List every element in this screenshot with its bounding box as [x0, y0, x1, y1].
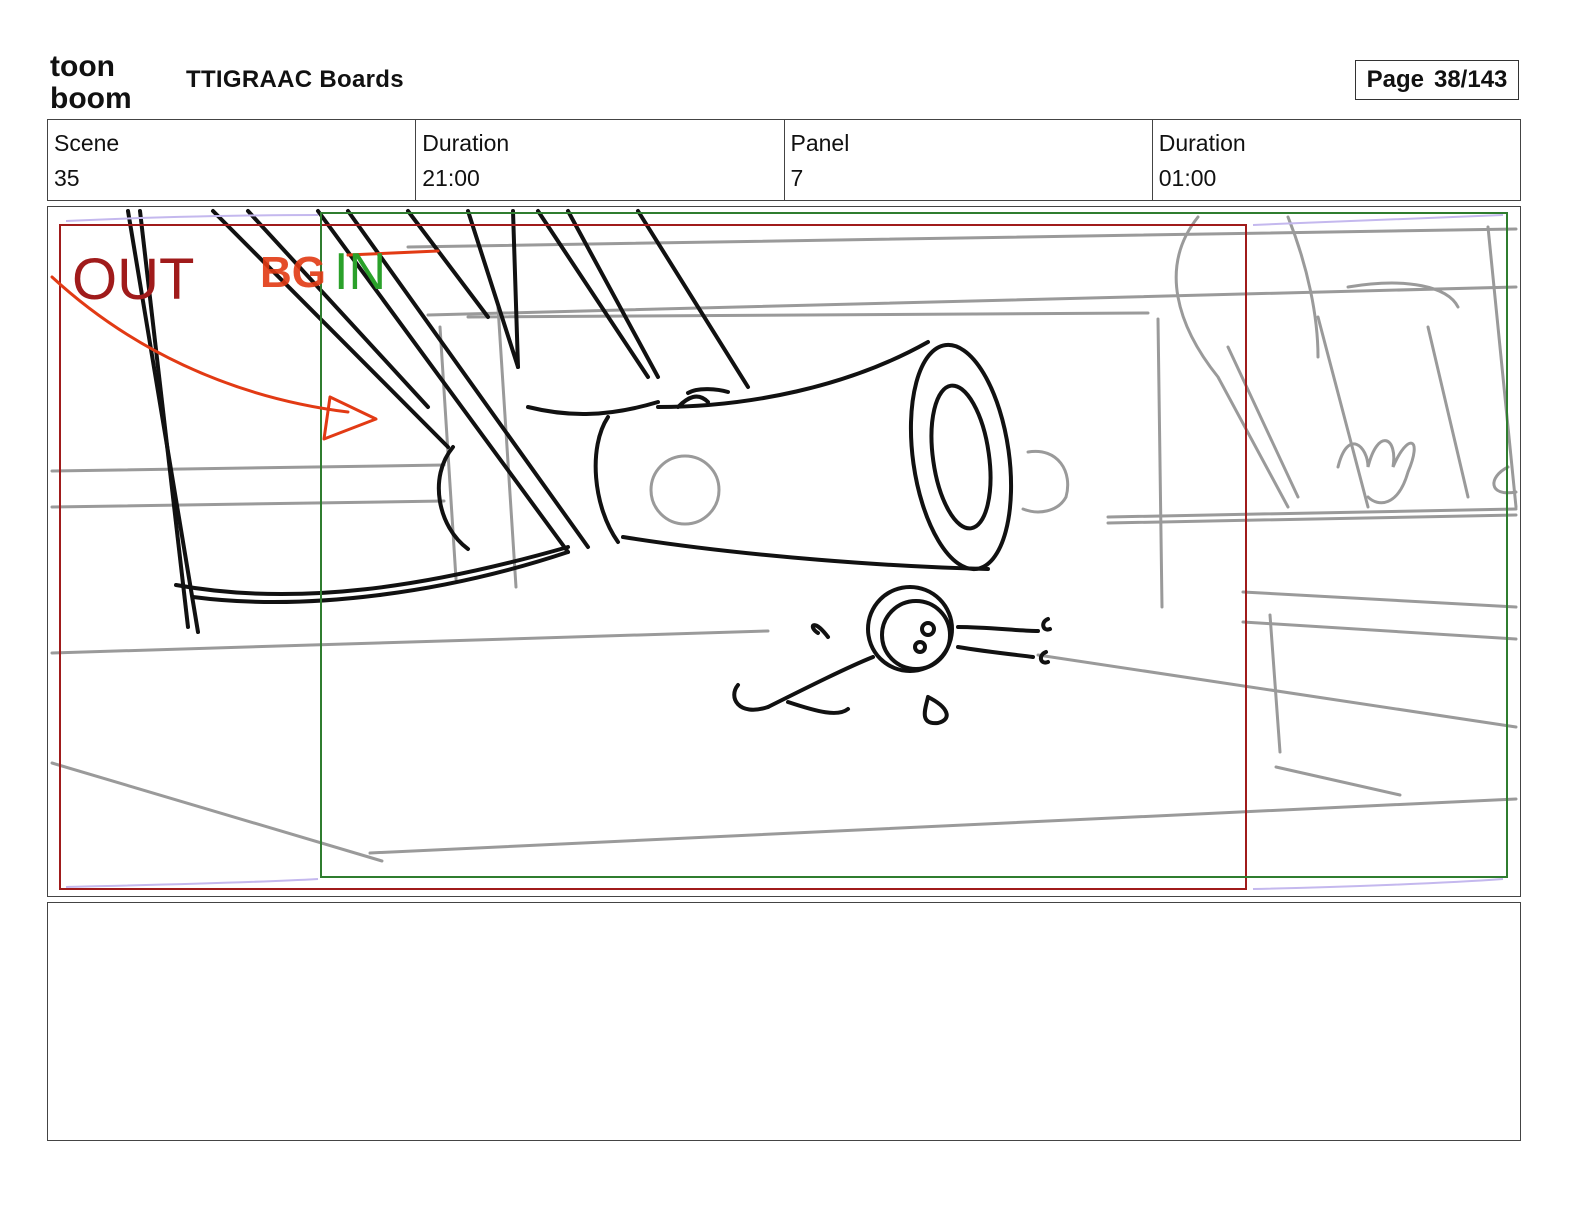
page-label: Page — [1366, 66, 1424, 93]
panel-duration-value: 01:00 — [1158, 165, 1217, 191]
panel-sketch: OUT BG IN — [50, 209, 1518, 890]
panel-duration-cell: Duration 01:00 — [1151, 120, 1520, 200]
logo-bottom-text: boom — [50, 82, 132, 114]
scene-label: Scene — [54, 130, 120, 156]
bg-scribble-label: BG — [260, 248, 326, 297]
in-label: IN — [334, 243, 386, 301]
scene-value: 35 — [54, 165, 80, 191]
page-number: 38/143 — [1433, 66, 1508, 93]
out-frame — [59, 224, 1247, 890]
panel-value: 7 — [790, 165, 804, 191]
storyboard-panel: OUT BG IN — [47, 206, 1521, 897]
document-title: TTIGRAAC Boards — [186, 66, 404, 93]
panel-notes-box[interactable] — [47, 902, 1521, 1141]
background-sketch — [50, 215, 1518, 863]
panel-info-table: Scene 35 Duration 21:00 Panel 7 Duration… — [47, 119, 1521, 201]
scene-duration-value: 21:00 — [422, 165, 480, 191]
page-indicator: Page 38/143 — [1355, 60, 1519, 100]
panel-cell: Panel 7 — [783, 120, 1152, 200]
out-label: OUT — [72, 247, 194, 312]
scene-cell: Scene 35 — [48, 120, 415, 200]
toon-boom-logo: toon boom — [50, 50, 168, 115]
panel-duration-label: Duration — [1158, 130, 1246, 156]
scene-duration-label: Duration — [422, 130, 510, 156]
panel-label: Panel — [790, 130, 850, 156]
logo-top-text: toon — [50, 50, 115, 83]
scene-duration-cell: Duration 21:00 — [415, 120, 783, 200]
